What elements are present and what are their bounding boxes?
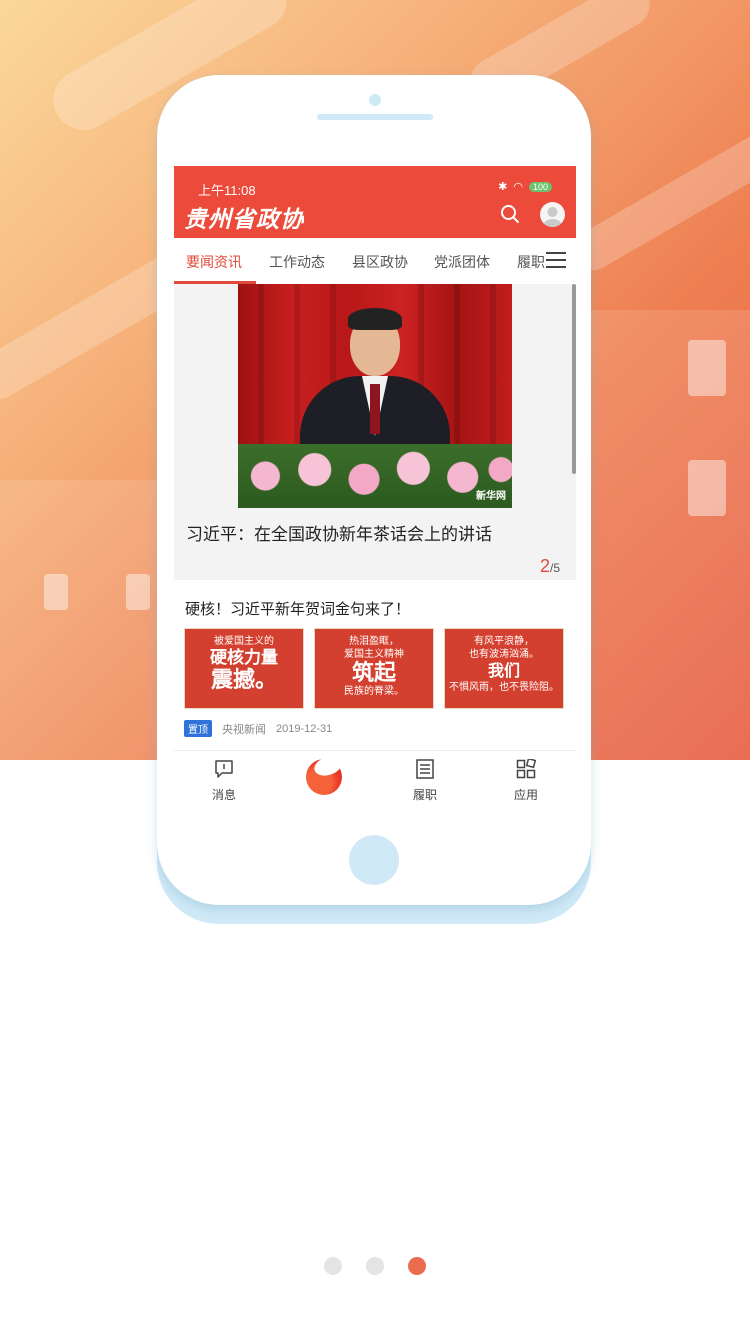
- flower-arrangement: [238, 444, 512, 508]
- message-icon: [215, 760, 233, 778]
- carousel-photo[interactable]: 新华网: [238, 284, 512, 508]
- pinned-badge: 置顶: [184, 720, 212, 737]
- article-date: 2019-12-31: [276, 722, 333, 735]
- onboarding-pagination: [324, 1257, 426, 1275]
- decor-window: [126, 574, 150, 610]
- phone-home-button[interactable]: [349, 835, 399, 885]
- news-article-item[interactable]: 硬核！习近平新年贺词金句来了！ 被爱国主义的 硬核力量 震撼。 热泪盈眶， 爱国…: [174, 586, 576, 750]
- nav-messages-label: 消息: [211, 788, 236, 802]
- wifi-icon: ◠: [513, 181, 523, 193]
- nav-duties[interactable]: 履职: [395, 759, 455, 803]
- phone-speaker: [317, 114, 433, 120]
- decor-stripe: [566, 122, 750, 278]
- article-thumbnails: 被爱国主义的 硬核力量 震撼。 热泪盈眶， 爱国主义精神 筑起 民族的脊梁。 有…: [184, 628, 564, 709]
- article-thumbnail[interactable]: 被爱国主义的 硬核力量 震撼。: [184, 628, 304, 709]
- category-tabs: 要闻资讯 工作动态 县区政协 党派团体 履职: [174, 238, 576, 285]
- article-thumbnail[interactable]: 热泪盈眶， 爱国主义精神 筑起 民族的脊梁。: [314, 628, 434, 709]
- phone-camera: [369, 94, 381, 106]
- decor-window: [44, 574, 68, 610]
- status-icons: ✱ ◠ 100: [498, 180, 552, 193]
- article-source: 央视新闻: [222, 723, 266, 736]
- tab-parties[interactable]: 党派团体: [434, 252, 490, 272]
- nav-apps-label: 应用: [513, 788, 538, 802]
- decor-building: [0, 480, 160, 760]
- tab-work-updates[interactable]: 工作动态: [269, 252, 325, 272]
- status-time: 上午11:08: [198, 183, 256, 198]
- nav-messages[interactable]: 消息: [194, 759, 254, 803]
- pagination-dot-active[interactable]: [408, 1257, 426, 1275]
- document-icon: [416, 759, 434, 779]
- search-icon[interactable]: [500, 204, 520, 224]
- avatar-icon[interactable]: [540, 202, 565, 227]
- article-title[interactable]: 硬核！习近平新年贺词金句来了！: [185, 598, 410, 619]
- menu-icon[interactable]: [546, 252, 566, 270]
- nav-apps[interactable]: 应用: [496, 757, 556, 803]
- tab-duties[interactable]: 履职: [517, 252, 545, 272]
- carousel-caption[interactable]: 习近平：在全国政协新年茶话会上的讲话: [186, 520, 492, 545]
- decor-window: [688, 340, 726, 396]
- bluetooth-icon: ✱: [498, 181, 508, 193]
- article-meta: 置顶 央视新闻 2019-12-31: [184, 720, 332, 737]
- news-carousel[interactable]: 新华网 习近平：在全国政协新年茶话会上的讲话 2/5: [174, 284, 576, 580]
- carousel-counter: 2/5: [539, 556, 560, 576]
- pagination-dot[interactable]: [324, 1257, 342, 1275]
- decor-building: [590, 310, 750, 760]
- app-title: 贵州省政协: [184, 206, 304, 233]
- scrollbar[interactable]: [572, 284, 576, 474]
- photo-watermark: 新华网: [476, 491, 506, 502]
- tab-county-cppcc[interactable]: 县区政协: [352, 252, 408, 272]
- app-logo-icon[interactable]: [306, 759, 342, 795]
- article-thumbnail[interactable]: 有风平浪静， 也有波涛汹涌。 我们 不惧风雨，也不畏险阻。: [444, 628, 564, 709]
- pagination-dot[interactable]: [366, 1257, 384, 1275]
- battery-level: 100: [528, 181, 552, 192]
- app-screen: 上午11:08 ✱ ◠ 100 贵州省政协 要闻资讯 工作动态 县区政协 党派团…: [174, 166, 576, 808]
- tab-news[interactable]: 要闻资讯: [186, 252, 242, 272]
- bottom-navigation: 消息 履职 应用: [174, 750, 576, 808]
- decor-window: [688, 460, 726, 516]
- nav-duties-label: 履职: [412, 788, 437, 802]
- app-header: 上午11:08 ✱ ◠ 100 贵州省政协: [174, 166, 576, 238]
- apps-grid-icon: [516, 757, 537, 779]
